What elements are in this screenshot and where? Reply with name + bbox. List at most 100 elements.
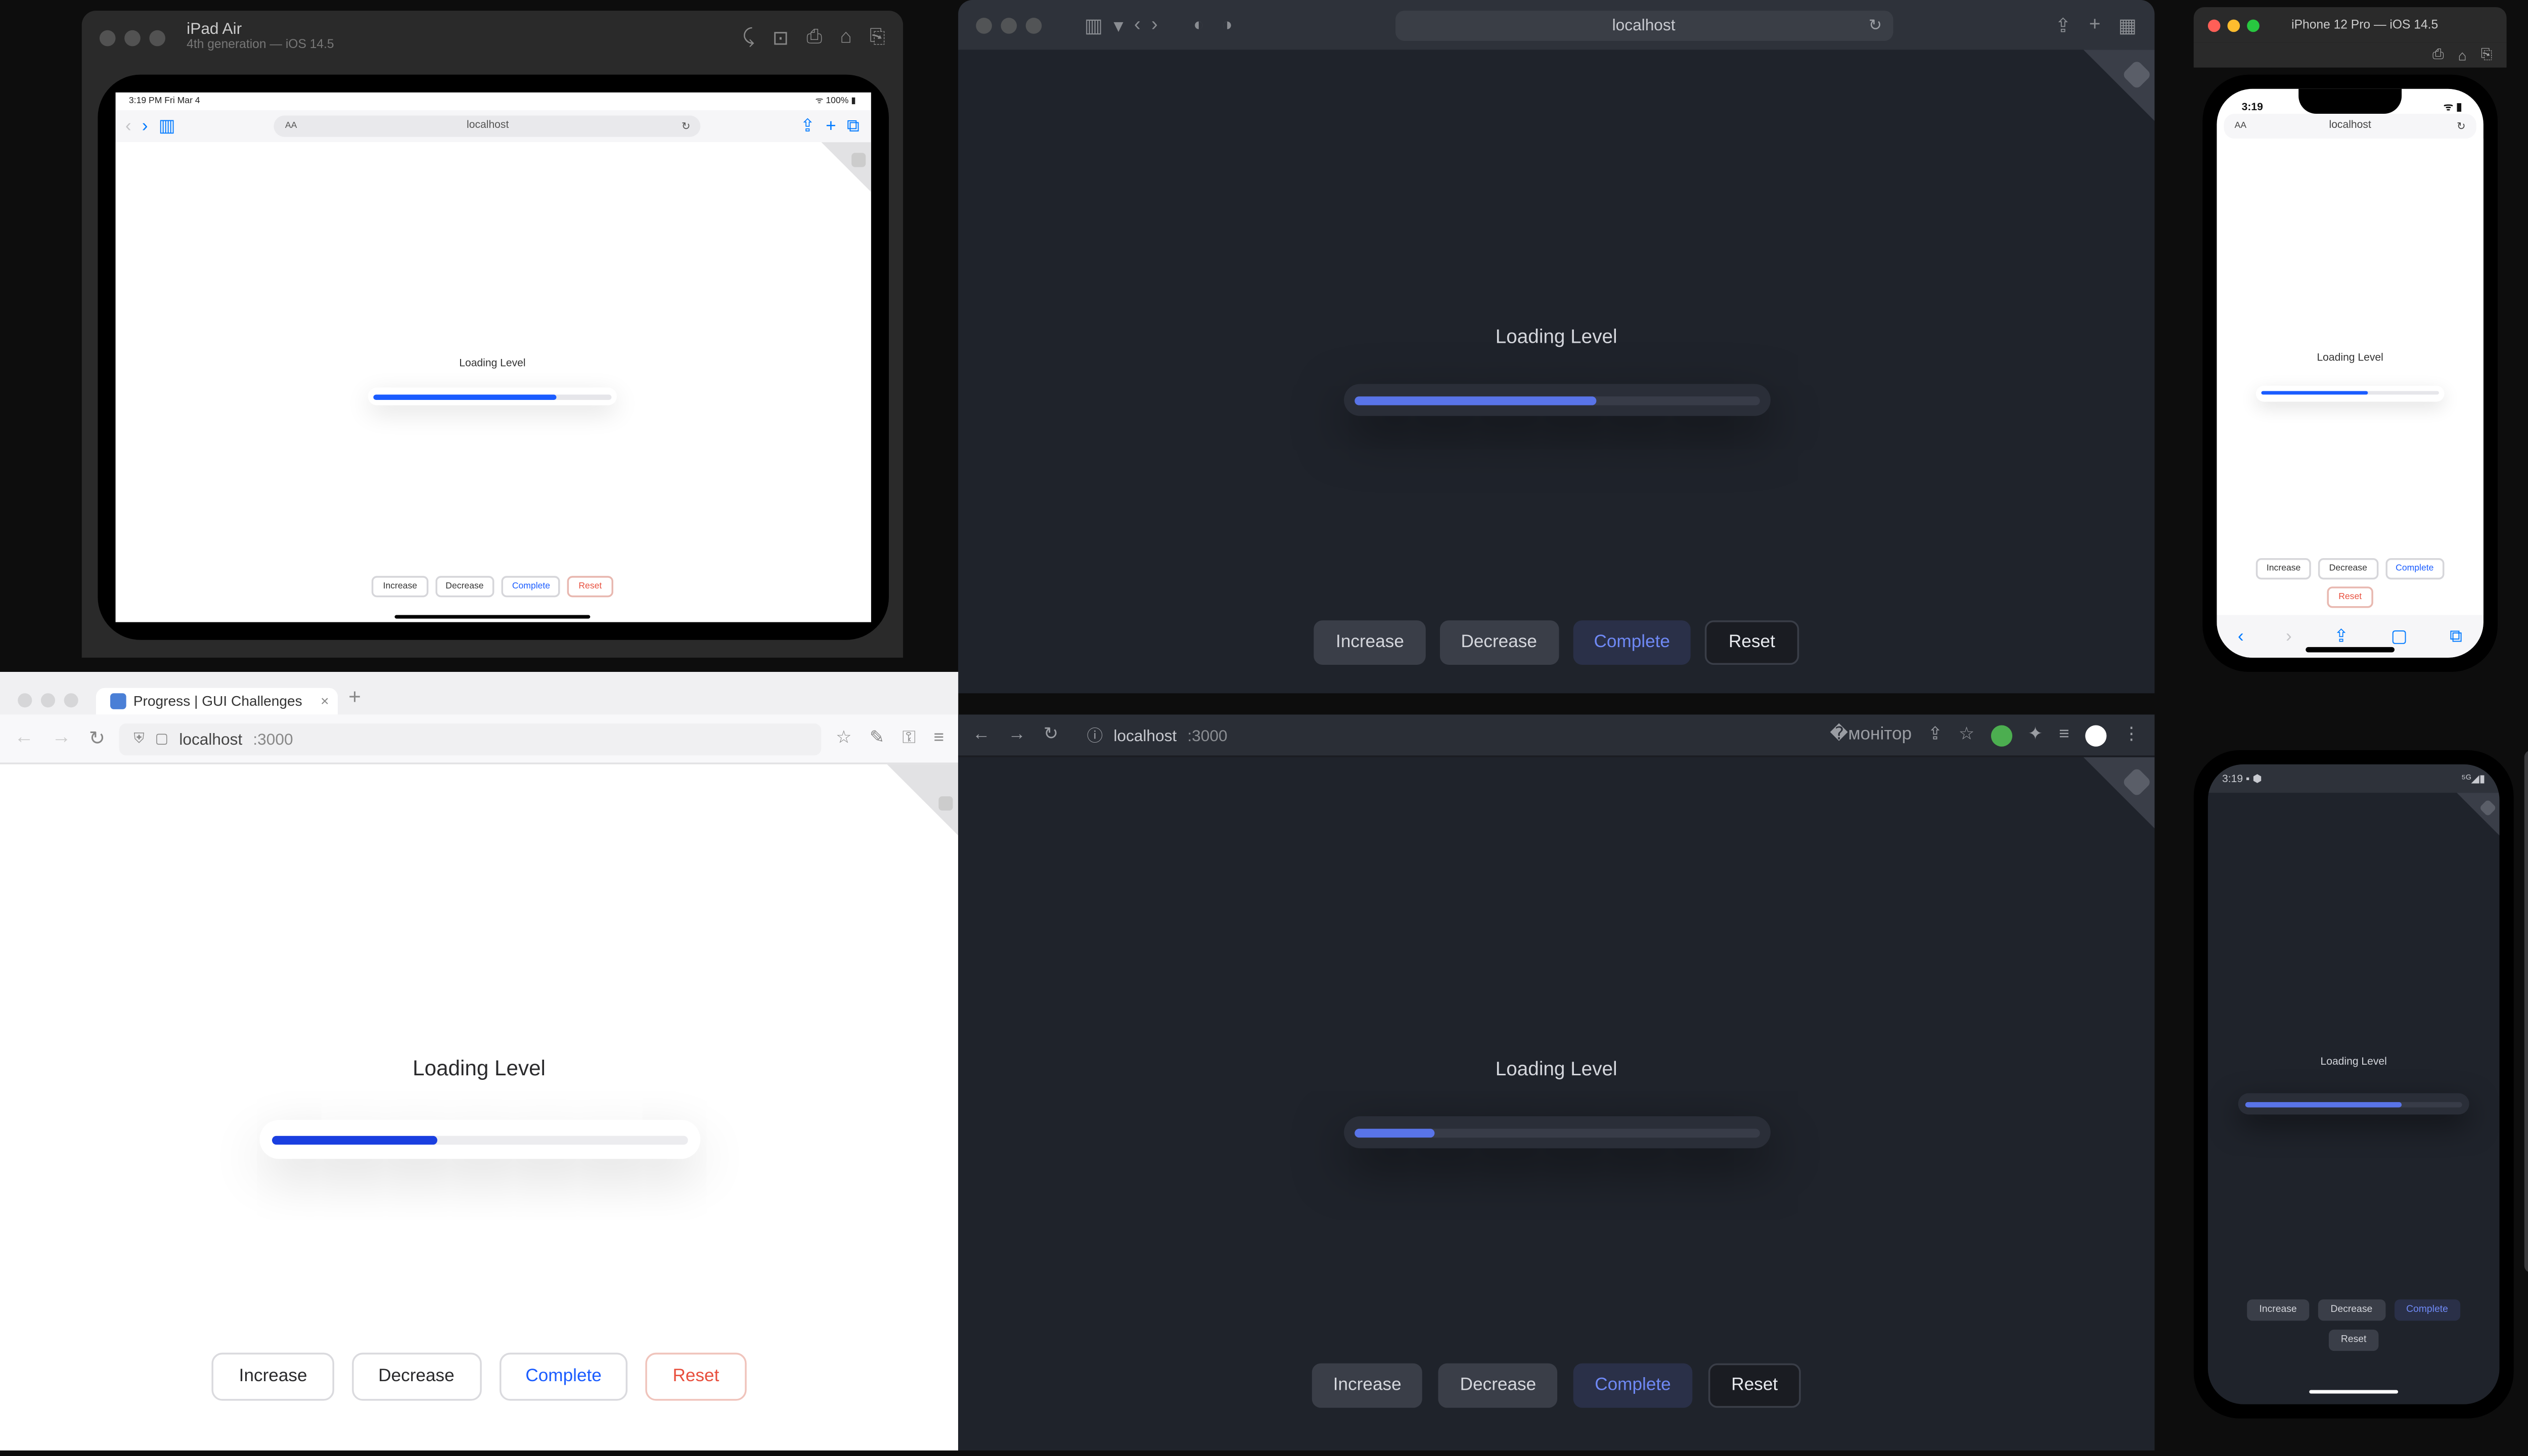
reload-icon[interactable]: ↻ [1044, 725, 1059, 745]
decrease-button[interactable]: Decrease [1439, 620, 1558, 665]
increase-button[interactable]: Increase [1315, 620, 1425, 665]
info-icon[interactable]: ▢ [155, 731, 169, 747]
shield-icon[interactable]: ◐ [1193, 15, 1204, 35]
ipad-address-bar[interactable]: AA localhost ↻ [275, 116, 701, 137]
reload-icon[interactable]: ↻ [89, 727, 105, 750]
back-icon[interactable]: ← [972, 725, 990, 745]
firefox-toolbar: ← → ↻ ⛨ ▢ localhost:3000 ☆ ✎ ⚿ ≡ [0, 714, 958, 764]
bookmark-icon[interactable]: ☆ [836, 729, 852, 749]
decrease-button[interactable]: Decrease [2319, 558, 2378, 579]
reset-button[interactable]: Reset [2328, 586, 2372, 608]
complete-button[interactable]: Complete [502, 576, 561, 597]
share-icon[interactable]: ⇪ [1928, 725, 1943, 745]
android-screen: 3:19 ▪ ⬢ ⁵ᴳ◢▮ Loading Level Increase Dec… [2208, 764, 2500, 1404]
iphone-address-bar[interactable]: AA localhost ↻ [2224, 114, 2476, 139]
increase-button[interactable]: Increase [2247, 1299, 2309, 1321]
extensions-icon[interactable]: ✦ [2028, 725, 2043, 745]
home-indicator[interactable] [2306, 647, 2395, 653]
decrease-button[interactable]: Decrease [2318, 1299, 2385, 1321]
tabs-icon[interactable]: ⧉ [847, 116, 860, 136]
reset-button[interactable]: Reset [1705, 620, 1798, 665]
extension-icon[interactable]: ⚿ [902, 729, 916, 749]
bookmark-icon[interactable]: ☆ [1959, 725, 1975, 745]
safari-right-icons: ⇪ + ▦ [2055, 13, 2137, 36]
new-tab-icon[interactable]: + [348, 685, 361, 709]
share-icon[interactable]: ⇪ [2334, 626, 2349, 646]
extension-icon[interactable] [1991, 724, 2012, 746]
pointer-icon[interactable]: ⤹ [743, 26, 754, 49]
reset-button[interactable]: Reset [646, 1353, 746, 1401]
tabs-icon[interactable]: ⧉ [2450, 626, 2462, 646]
profile-icon[interactable] [2085, 724, 2106, 746]
safari-address-bar[interactable]: localhost ↻ [1395, 10, 1892, 40]
firefox-address-bar[interactable]: ⛨ ▢ localhost:3000 [119, 722, 822, 754]
complete-button[interactable]: Complete [1572, 620, 1691, 665]
shield-icon[interactable]: ⛨ [133, 730, 144, 747]
contrast-icon[interactable]: ◑ [1222, 15, 1233, 35]
complete-button[interactable]: Complete [2385, 558, 2444, 579]
window-controls[interactable] [976, 17, 1042, 33]
forward-icon[interactable]: › [142, 116, 148, 136]
forward-icon[interactable]: → [1008, 725, 1026, 745]
back-icon[interactable]: ← [14, 727, 34, 750]
reload-icon[interactable]: ↻ [682, 120, 691, 132]
back-icon[interactable]: ‹ [1134, 13, 1141, 36]
menu-icon[interactable]: ⋮ [2123, 725, 2140, 745]
reset-button[interactable]: Reset [2328, 1330, 2379, 1351]
install-icon[interactable]: �монітор [1830, 725, 1912, 745]
complete-button[interactable]: Complete [499, 1353, 628, 1401]
back-icon[interactable]: ‹ [125, 116, 131, 136]
forward-icon[interactable]: › [1151, 13, 1158, 36]
increase-button[interactable]: Increase [372, 576, 428, 597]
new-tab-icon[interactable]: + [2089, 13, 2101, 36]
safari-theme-toggles: ◐ ◑ [1193, 15, 1233, 35]
bookmarks-icon[interactable]: ▢ [2391, 626, 2408, 646]
home-indicator[interactable] [395, 614, 591, 619]
increase-button[interactable]: Increase [1312, 1363, 1423, 1408]
menu-icon[interactable]: ≡ [933, 729, 944, 749]
button-row: Increase Decrease Complete Reset [372, 576, 612, 597]
camera-icon[interactable]: ⎙ [806, 26, 822, 49]
home-icon[interactable]: ⌂ [840, 26, 851, 49]
text-size-icon[interactable]: AA [2235, 121, 2246, 131]
reset-button[interactable]: Reset [568, 576, 612, 597]
rotate-icon[interactable]: ⎘ [870, 26, 885, 49]
reload-icon[interactable]: ↻ [1869, 15, 1882, 35]
site-info-icon[interactable]: ⓘ [1087, 723, 1103, 747]
dropdown-icon[interactable]: ▾ [1113, 13, 1123, 36]
forward-icon[interactable]: → [52, 727, 71, 750]
sidebar-icon[interactable]: ▥ [1085, 13, 1103, 36]
increase-button[interactable]: Increase [2256, 558, 2312, 579]
sidebar-icon[interactable]: ▥ [159, 116, 175, 136]
share-icon[interactable]: ⇪ [2055, 13, 2071, 36]
window-controls[interactable] [100, 29, 165, 46]
reload-icon[interactable]: ↻ [2457, 120, 2466, 132]
decrease-button[interactable]: Decrease [1438, 1363, 1557, 1408]
browser-tab[interactable]: Progress | GUI Challenges × [96, 688, 338, 715]
text-size-icon[interactable]: AA [285, 121, 297, 131]
eyedropper-icon[interactable]: ✎ [870, 729, 885, 749]
complete-button[interactable]: Complete [1573, 1363, 1692, 1408]
decrease-button[interactable]: Decrease [435, 576, 494, 597]
share-icon[interactable]: ⇪ [800, 116, 816, 136]
list-icon[interactable]: ≡ [2059, 725, 2069, 745]
window-controls[interactable] [18, 693, 78, 707]
android-navbar[interactable] [2208, 1379, 2500, 1404]
home-icon[interactable]: ⌂ [2458, 47, 2467, 63]
window-controls[interactable] [2208, 19, 2260, 31]
new-tab-icon[interactable]: + [826, 116, 836, 136]
increase-button[interactable]: Increase [212, 1353, 334, 1401]
forward-icon[interactable]: › [2286, 626, 2292, 646]
close-tab-icon[interactable]: × [321, 693, 329, 709]
screenshot-icon[interactable]: ⊡ [773, 26, 789, 49]
tabs-icon[interactable]: ▦ [2118, 13, 2137, 36]
screenshot-icon[interactable]: ⎙ [2432, 46, 2444, 64]
back-icon[interactable]: ‹ [2238, 626, 2244, 646]
rotate-icon[interactable]: ⎘ [2481, 46, 2493, 64]
reset-button[interactable]: Reset [1708, 1363, 1801, 1408]
progress-fill [271, 1135, 437, 1144]
emulator-toolbar: × — ⋯ [2524, 750, 2528, 1273]
complete-button[interactable]: Complete [2394, 1299, 2460, 1321]
chrome-address-bar[interactable]: ⓘ localhost:3000 [1073, 721, 1816, 749]
decrease-button[interactable]: Decrease [351, 1353, 481, 1401]
